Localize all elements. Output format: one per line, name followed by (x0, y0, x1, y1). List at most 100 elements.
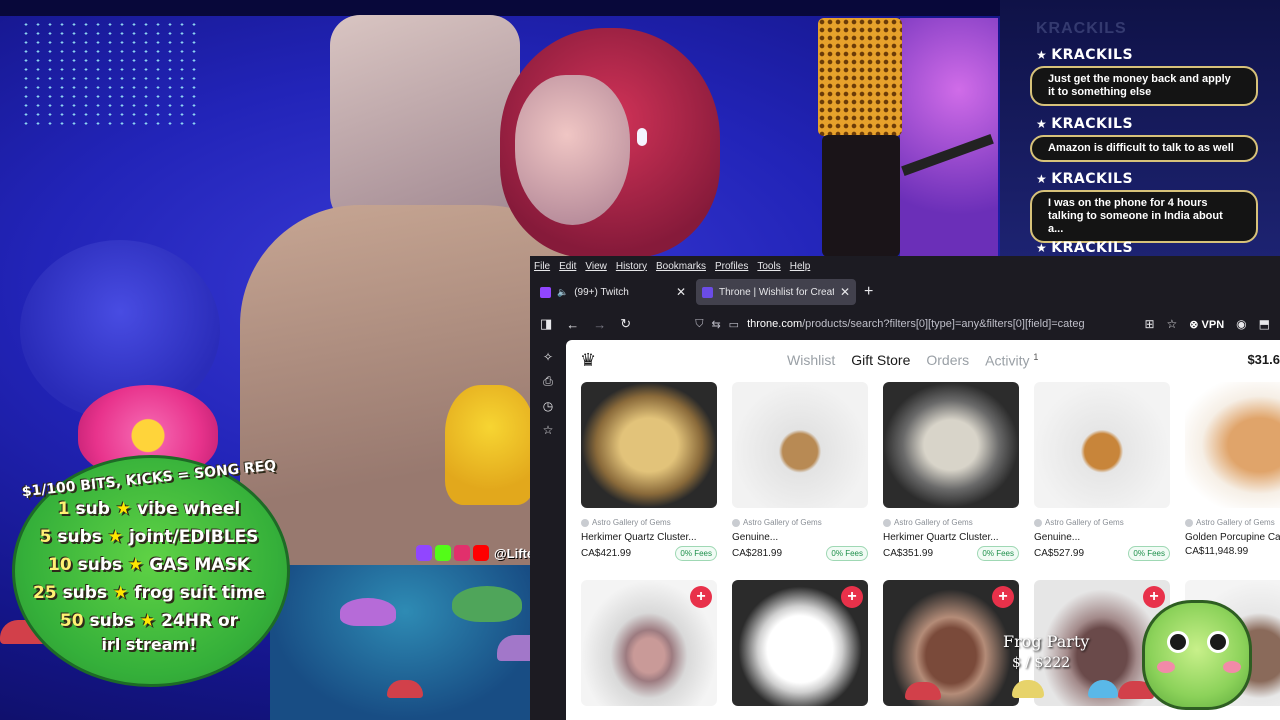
product-image[interactable]: + (883, 580, 1019, 706)
menu-bookmarks[interactable]: Bookmarks (656, 261, 706, 272)
history-icon[interactable]: ◷ (543, 399, 553, 413)
vpn-button[interactable]: ⊗ VPN (1189, 318, 1224, 331)
blanket (330, 15, 520, 225)
nav-orders[interactable]: Orders (926, 352, 969, 369)
bookmark-star-icon[interactable]: ☆ (1167, 317, 1178, 331)
nav-wishlist[interactable]: Wishlist (787, 352, 835, 369)
product-image[interactable] (581, 382, 717, 508)
tab-throne[interactable]: Throne | Wishlist for Creators - ✕ (696, 279, 856, 305)
youtube-icon (473, 545, 489, 561)
twitch-icon (540, 286, 551, 298)
add-to-wishlist-button[interactable]: + (992, 586, 1014, 608)
product-card[interactable]: Astro Gallery of Gems Golden Porcupine C… (1185, 382, 1280, 557)
chat-text: I was on the phone for 4 hours talking t… (1030, 190, 1258, 243)
menu-view[interactable]: View (585, 261, 607, 272)
menu-profiles[interactable]: Profiles (715, 261, 748, 272)
product-image[interactable] (883, 382, 1019, 508)
close-icon[interactable]: ✕ (676, 285, 686, 299)
product-card[interactable]: Astro Gallery of Gems Genuine... CA$281.… (732, 382, 868, 561)
add-to-wishlist-button[interactable]: + (841, 586, 863, 608)
tab-twitch[interactable]: 🔈 (99+) Twitch ✕ (534, 279, 692, 305)
star-icon: ★ (1036, 172, 1048, 186)
product-title[interactable]: Genuine... (1034, 532, 1170, 543)
add-to-wishlist-button[interactable]: + (690, 586, 712, 608)
product-card[interactable]: Astro Gallery of Gems Genuine... CA$527.… (1034, 382, 1170, 561)
tab-title: (99+) Twitch (574, 286, 629, 298)
forward-icon[interactable]: → (593, 317, 606, 332)
star-icon: ★ (1036, 117, 1048, 131)
badge-tier: 1 sub ★ vibe wheel (57, 499, 241, 519)
kick-icon (435, 545, 451, 561)
chat-message: ★ KRACKILS Amazon is difficult to talk to… (1030, 116, 1258, 162)
product-image[interactable] (732, 382, 868, 508)
url-bar[interactable]: ⛉ ⇆ ▭ throne.com/products/search?filters… (645, 311, 1131, 337)
menu-edit[interactable]: Edit (559, 261, 576, 272)
frog-cheek (1157, 661, 1175, 673)
chat-watermark: KRACKILS (1036, 20, 1127, 37)
close-icon[interactable]: ✕ (840, 285, 850, 299)
permissions-icon[interactable]: ⇆ (711, 318, 720, 331)
menu-help[interactable]: Help (790, 261, 811, 272)
badge-tier: 25 subs ★ frog suit time (32, 583, 266, 603)
store-header: ♛ Wishlist Gift Store Orders Activity 1 … (566, 340, 1280, 380)
product-card[interactable]: Astro Gallery of Gems Herkimer Quartz Cl… (883, 382, 1019, 561)
speaker-icon[interactable]: 🔈 (557, 287, 568, 298)
extensions-icon[interactable]: ⬒ (1259, 317, 1270, 331)
chat-message: ★ KRACKILS Just get the money back and ap… (1030, 47, 1258, 106)
product-card[interactable]: + (883, 580, 1019, 706)
product-price: CA$351.99 (883, 548, 934, 559)
nav-gift-store[interactable]: Gift Store (851, 352, 910, 369)
product-image[interactable] (1034, 382, 1170, 508)
product-card[interactable]: Astro Gallery of Gems Herkimer Quartz Cl… (581, 382, 717, 561)
menu-history[interactable]: History (616, 261, 647, 272)
mushroom-decoration (387, 680, 423, 698)
product-price: CA$11,948.99 (1185, 546, 1249, 557)
hoodie-print (445, 385, 535, 505)
nav-activity[interactable]: Activity 1 (985, 352, 1038, 369)
frog-party-title: Frog Party (1003, 632, 1090, 651)
chat-text: Amazon is difficult to talk to as well (1030, 135, 1258, 162)
shop-icon (1034, 518, 1042, 527)
chat-username: KRACKILS (1051, 240, 1134, 256)
throne-logo-icon[interactable]: ♛ (580, 350, 596, 371)
sidebar-toggle-icon[interactable]: ◨ (540, 316, 552, 332)
product-image[interactable] (1185, 382, 1280, 508)
chat-username: KRACKILS (1051, 47, 1134, 63)
shield-icon[interactable]: ⛉ (695, 318, 703, 331)
menu-file[interactable]: File (534, 261, 550, 272)
product-price: CA$421.99 (581, 548, 632, 559)
reload-icon[interactable]: ↻ (620, 316, 631, 332)
menu-tools[interactable]: Tools (757, 261, 780, 272)
badge-tier: 5 subs ★ joint/EDIBLES (39, 527, 259, 547)
star-icon: ★ (1036, 241, 1048, 255)
shop-name: Astro Gallery of Gems (592, 518, 671, 527)
chat-message: ★ KRACKILS I was on the phone for 4 hours… (1030, 171, 1258, 243)
add-to-wishlist-button[interactable]: + (1143, 586, 1165, 608)
product-title[interactable]: Herkimer Quartz Cluster... (581, 532, 717, 543)
bookmarks-icon[interactable]: ☆ (543, 423, 554, 437)
product-title[interactable]: Herkimer Quartz Cluster... (883, 532, 1019, 543)
microphone-grille (818, 18, 902, 136)
badge-tier: 50 subs ★ 24HR or (59, 611, 239, 631)
product-card[interactable]: + (581, 580, 717, 706)
product-title[interactable]: Genuine... (732, 532, 868, 543)
product-image[interactable]: + (732, 580, 868, 706)
new-tab-icon[interactable]: + (864, 283, 873, 301)
fees-badge: 0% Fees (675, 546, 717, 561)
scene-top-bar (0, 0, 1000, 16)
frog-party-goal: $ / $222 (1012, 655, 1071, 671)
reader-icon[interactable]: ⊞ (1144, 317, 1154, 331)
shop-name: Astro Gallery of Gems (1045, 518, 1124, 527)
ai-chat-icon[interactable]: ✧ (543, 350, 553, 364)
fees-badge: 0% Fees (977, 546, 1019, 561)
product-image[interactable]: + (581, 580, 717, 706)
sync-icon[interactable]: ⎙ (543, 374, 553, 389)
fairy-lights (20, 20, 200, 130)
product-title[interactable]: Golden Porcupine Ca (1185, 532, 1280, 543)
shop-icon (732, 518, 740, 527)
product-card[interactable]: + (732, 580, 868, 706)
url-host: throne.com (747, 318, 803, 330)
frog-mascot (1142, 600, 1252, 710)
account-icon[interactable]: ◉ (1236, 317, 1246, 331)
back-icon[interactable]: ← (566, 317, 579, 332)
